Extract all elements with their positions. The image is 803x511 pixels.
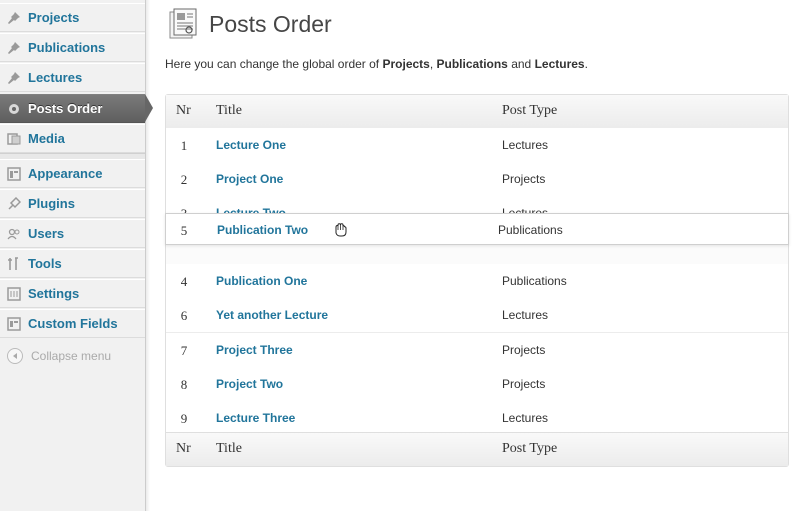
menu-item-label: Custom Fields: [28, 316, 118, 331]
row-post-type: Lectures: [502, 411, 549, 425]
intro-text: Here you can change the global order of …: [165, 57, 588, 71]
header-title: Title: [216, 103, 242, 118]
menu-item-label: Plugins: [28, 196, 75, 211]
menu-item-label: Media: [28, 131, 65, 146]
footer-title: Title: [216, 441, 242, 456]
row-nr: 1: [180, 138, 188, 153]
row-post-type: Projects: [502, 377, 546, 391]
row-title-link[interactable]: Project Two: [216, 377, 283, 391]
media-icon: [6, 131, 22, 147]
menu-item-lectures[interactable]: Lectures: [0, 63, 145, 92]
table-row[interactable]: 7 Project Three Projects: [166, 333, 788, 368]
row-nr: 2: [180, 172, 188, 187]
current-menu-arrow: [145, 94, 153, 122]
gear-icon: [6, 101, 22, 117]
menu-item-label: Settings: [28, 286, 80, 301]
intro-sep-1: ,: [429, 57, 437, 71]
menu-item-users[interactable]: Users: [0, 219, 145, 248]
row-nr: 4: [180, 274, 188, 289]
table-row[interactable]: 8 Project Two Projects: [166, 367, 788, 402]
menu-item-projects[interactable]: Projects: [0, 3, 145, 32]
menu-item-tools[interactable]: Tools: [0, 249, 145, 278]
table-footer: Nr Title Post Type: [166, 432, 788, 466]
page-title: Posts Order: [209, 11, 332, 37]
tools-icon: [6, 256, 22, 272]
menu-item-publications[interactable]: Publications: [0, 33, 145, 62]
row-title-link[interactable]: Project Three: [216, 343, 293, 357]
footer-nr: Nr: [176, 441, 191, 456]
table-row[interactable]: 9 Lecture Three Lectures: [166, 401, 788, 436]
intro-lectures: Lectures: [534, 57, 585, 71]
row-post-type: Lectures: [502, 308, 549, 322]
collapse-arrow-icon: [7, 348, 23, 364]
pushpin-icon: [6, 40, 22, 56]
custom-fields-icon: [6, 316, 22, 332]
admin-sidebar: Projects Publications Lectures Posts Ord…: [0, 0, 146, 511]
row-nr: 6: [180, 308, 188, 323]
menu-item-label: Appearance: [28, 166, 103, 181]
menu-item-custom-fields[interactable]: Custom Fields: [0, 309, 145, 338]
collapse-menu-button[interactable]: Collapse menu: [0, 343, 145, 369]
intro-suffix: .: [584, 57, 588, 71]
sidebar-shadow: [145, 0, 150, 511]
menu-item-label: Tools: [28, 256, 62, 271]
intro-sep-2: and: [507, 57, 535, 71]
row-nr: 5: [180, 223, 188, 238]
row-title-link[interactable]: Publication Two: [217, 223, 308, 237]
menu-item-label: Publications: [28, 40, 106, 55]
settings-icon: [6, 286, 22, 302]
menu-item-posts-order[interactable]: Posts Order: [0, 94, 145, 123]
footer-post-type: Post Type: [502, 441, 558, 456]
menu-item-settings[interactable]: Settings: [0, 279, 145, 308]
menu-item-label: Users: [28, 226, 65, 241]
grab-cursor-icon: [333, 222, 349, 243]
row-title-link[interactable]: Publication One: [216, 274, 307, 288]
header-nr: Nr: [176, 103, 191, 118]
dragging-row[interactable]: 5 Publication Two Publications: [165, 213, 789, 245]
intro-prefix: Here you can change the global order of: [165, 57, 383, 71]
row-post-type: Projects: [502, 343, 546, 357]
plugin-icon: [6, 196, 22, 212]
menu-item-plugins[interactable]: Plugins: [0, 189, 145, 218]
page-icon: [168, 8, 198, 40]
row-post-type: Projects: [502, 172, 546, 186]
row-title-link[interactable]: Project One: [216, 172, 283, 186]
table-row[interactable]: 4 Publication One Publications: [166, 264, 788, 299]
menu-item-appearance[interactable]: Appearance: [0, 159, 145, 188]
row-nr: 9: [180, 411, 188, 426]
row-post-type: Lectures: [502, 138, 549, 152]
row-nr: 8: [180, 377, 188, 392]
table-row[interactable]: 2 Project One Projects: [166, 162, 788, 197]
intro-projects: Projects: [382, 57, 430, 71]
menu-item-label: Projects: [28, 10, 80, 25]
table-row[interactable]: 6 Yet another Lecture Lectures: [166, 298, 788, 333]
menu-item-media[interactable]: Media: [0, 124, 145, 153]
row-nr: 7: [180, 343, 188, 358]
table-header: Nr Title Post Type: [166, 95, 788, 129]
collapse-menu-label: Collapse menu: [31, 349, 112, 363]
row-post-type: Publications: [498, 223, 563, 237]
posts-order-table: Nr Title Post Type 1 Lecture One Lecture…: [165, 94, 789, 467]
table-row[interactable]: 1 Lecture One Lectures: [166, 128, 788, 163]
pushpin-icon: [6, 10, 22, 26]
menu-item-label: Posts Order: [28, 101, 103, 116]
header-post-type: Post Type: [502, 103, 558, 118]
row-title-link[interactable]: Yet another Lecture: [216, 308, 328, 322]
menu-item-label: Lectures: [28, 70, 83, 85]
users-icon: [6, 226, 22, 242]
appearance-icon: [6, 166, 22, 182]
row-title-link[interactable]: Lecture One: [216, 138, 286, 152]
row-title-link[interactable]: Lecture Three: [216, 411, 295, 425]
pushpin-icon: [6, 70, 22, 86]
intro-publications: Publications: [436, 57, 508, 71]
row-post-type: Publications: [502, 274, 567, 288]
